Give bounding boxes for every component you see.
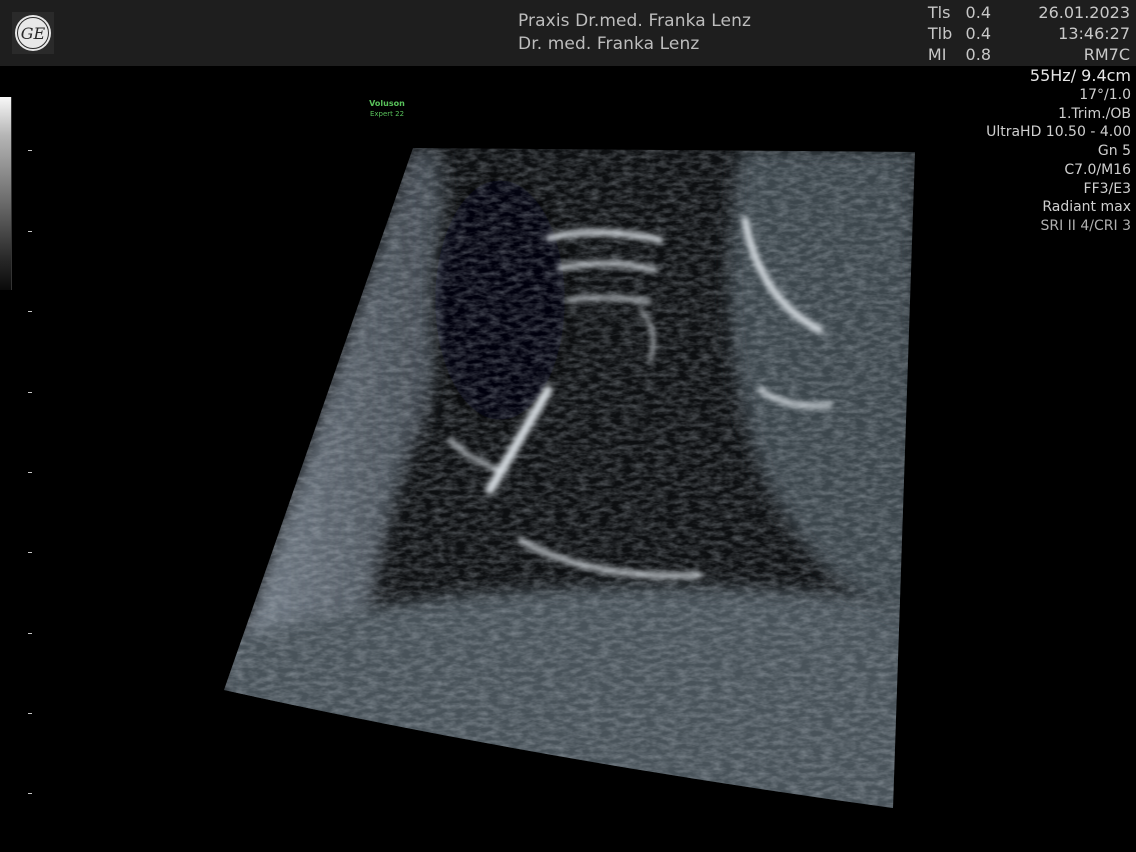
parameter-panel: 55Hz/ 9.4cm 17°/1.0 1.Trim./OB UltraHD 1… [986, 66, 1131, 236]
ultrasound-image[interactable] [0, 0, 1136, 852]
param-frame: FF3/E3 [1083, 180, 1131, 197]
brand-line2: Expert 22 [369, 110, 405, 118]
param-gain: Gn 5 [1097, 143, 1131, 160]
scan-sector [224, 148, 915, 808]
depth-tick [28, 231, 32, 232]
depth-tick [28, 472, 32, 473]
depth-tick [28, 793, 32, 794]
depth-tick [28, 311, 32, 312]
device-brand: Voluson Expert 22 [352, 98, 422, 120]
depth-tick [28, 633, 32, 634]
param-radiant: Radiant max [1042, 199, 1131, 216]
grayscale-bar [0, 97, 12, 290]
param-frequency-depth: 55Hz/ 9.4cm [1029, 66, 1131, 85]
depth-tick [28, 150, 32, 151]
param-ultrahd: UltraHD 10.50 - 4.00 [986, 124, 1131, 141]
depth-tick [28, 392, 32, 393]
depth-tick [28, 552, 32, 553]
depth-tick [28, 713, 32, 714]
param-preset: 1.Trim./OB [1058, 105, 1131, 122]
brand-line1: Voluson [369, 99, 405, 108]
param-map: C7.0/M16 [1064, 161, 1131, 178]
param-sri: SRI II 4/CRI 3 [1040, 217, 1131, 234]
param-angle: 17°/1.0 [1079, 87, 1131, 103]
